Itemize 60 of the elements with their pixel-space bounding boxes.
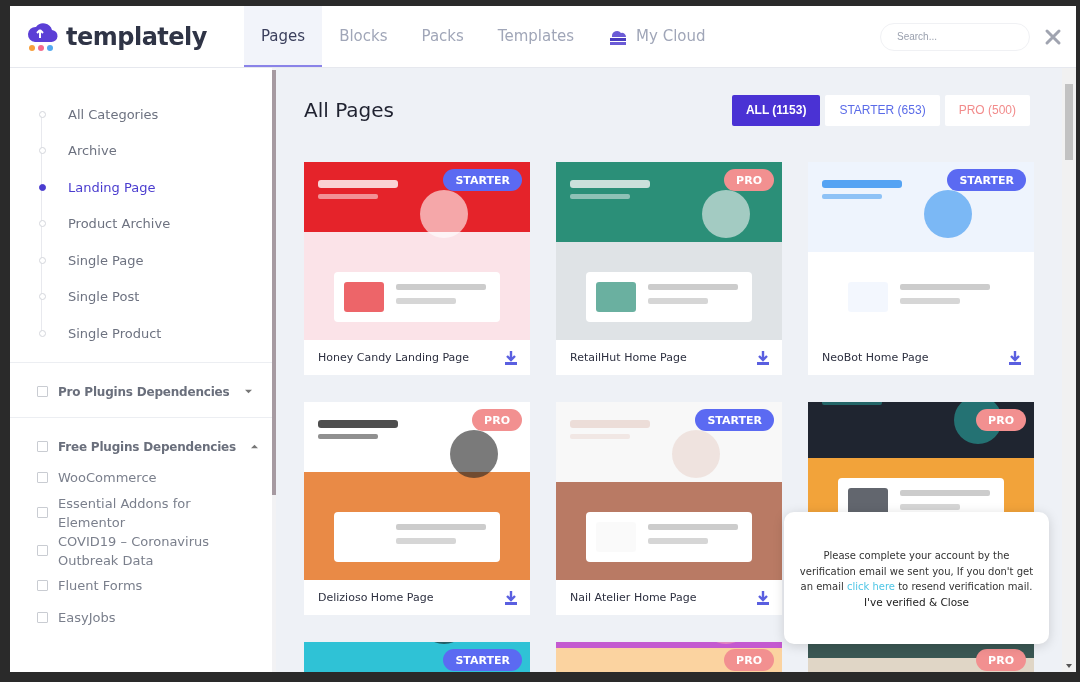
category-item[interactable]: Single Product <box>68 325 162 341</box>
logo-icon <box>26 21 58 52</box>
category-item[interactable]: Landing Page <box>68 179 156 195</box>
checkbox[interactable] <box>37 545 48 556</box>
template-card[interactable]: STARTER Nail Atelier Home Page <box>556 402 782 615</box>
download-icon[interactable] <box>504 350 518 365</box>
plan-badge: PRO <box>976 649 1026 671</box>
download-icon[interactable] <box>756 590 770 605</box>
filter-button[interactable]: ALL (1153) <box>731 94 821 126</box>
plan-badge: STARTER <box>695 409 774 431</box>
scrollbar[interactable] <box>272 68 276 672</box>
tab[interactable]: Pages <box>244 6 323 67</box>
template-title: Nail Atelier Home Page <box>570 591 697 604</box>
template-title: Delizioso Home Page <box>318 591 434 604</box>
checkbox[interactable] <box>37 441 48 452</box>
template-card[interactable]: PRO RetailHut Home Page <box>556 162 782 375</box>
checkbox[interactable] <box>37 580 48 591</box>
category-item[interactable]: Single Page <box>68 252 144 268</box>
plugin-item[interactable]: COVID19 – Coronavirus Outbreak Data <box>58 531 218 570</box>
template-card[interactable]: STARTER NeoBot Home Page <box>808 162 1034 375</box>
download-icon[interactable] <box>756 350 770 365</box>
checkbox[interactable] <box>37 612 48 623</box>
template-title: NeoBot Home Page <box>822 351 929 364</box>
plan-badge: PRO <box>724 169 774 191</box>
plugin-item[interactable]: Fluent Forms <box>58 576 218 595</box>
template-card[interactable]: PRO Delizioso Home Page <box>304 402 530 615</box>
page-heading: All Pages <box>304 98 394 122</box>
plugin-item[interactable]: WooCommerce <box>58 468 218 487</box>
category-item[interactable]: Single Post <box>68 289 140 305</box>
download-icon[interactable] <box>504 590 518 605</box>
group-heading[interactable]: Pro Plugins Dependencies <box>58 384 230 399</box>
plugin-item[interactable]: EasyJobs <box>58 608 218 627</box>
plan-badge: PRO <box>976 409 1026 431</box>
notice-message: Please complete your account by the verification email we sent you, If you don't get an email click here to resend verification mail. <box>798 549 1035 595</box>
category-item[interactable]: Archive <box>68 143 117 159</box>
template-card[interactable]: STARTER Honey Candy Landing Page <box>304 162 530 375</box>
radio-dot[interactable] <box>39 183 46 191</box>
group-heading[interactable]: Free Plugins Dependencies <box>58 439 236 454</box>
logo-text: templately <box>66 22 207 51</box>
close-icon[interactable] <box>1044 27 1062 46</box>
category-item[interactable]: All Categories <box>68 106 159 122</box>
plan-badge: STARTER <box>947 169 1026 191</box>
scrollbar[interactable] <box>1062 68 1076 672</box>
tab[interactable]: My Cloud <box>591 6 723 67</box>
plan-badge: STARTER <box>443 649 522 671</box>
search-field[interactable]: Search... <box>880 22 1030 51</box>
filter-button[interactable]: STARTER (653) <box>825 94 940 126</box>
template-title: Honey Candy Landing Page <box>318 351 470 364</box>
download-icon[interactable] <box>1008 350 1022 365</box>
verified-close-link[interactable]: I've verified & Close <box>863 595 970 608</box>
checkbox[interactable] <box>37 472 48 483</box>
plan-badge: STARTER <box>443 169 522 191</box>
plan-badge: PRO <box>472 409 522 431</box>
template-card[interactable]: STARTER <box>304 642 530 672</box>
checkbox[interactable] <box>37 507 48 518</box>
template-title: RetailHut Home Page <box>570 351 687 364</box>
plugin-item[interactable]: Essential Addons for Elementor <box>58 493 218 532</box>
category-item[interactable]: Product Archive <box>68 216 171 232</box>
plan-badge: PRO <box>724 649 774 671</box>
checkbox[interactable] <box>37 386 48 397</box>
